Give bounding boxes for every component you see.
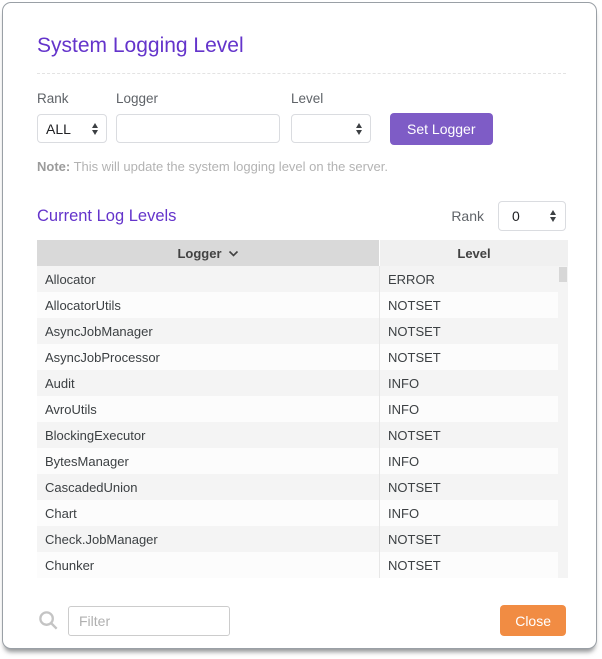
level-cell: NOTSET — [379, 292, 558, 318]
note-body: This will update the system logging leve… — [70, 159, 388, 174]
filter-input[interactable] — [68, 605, 230, 636]
scrollbar-thumb[interactable] — [559, 267, 567, 282]
rank-label: Rank — [37, 91, 69, 106]
table-row[interactable]: BytesManager INFO — [37, 448, 558, 474]
set-logger-form: Rank ALL Logger Level Set Logger — [37, 91, 566, 145]
level-cell: INFO — [379, 500, 558, 526]
level-cell: NOTSET — [379, 526, 558, 552]
logger-label: Logger — [116, 91, 159, 106]
set-logger-button[interactable]: Set Logger — [390, 113, 493, 145]
note-text: Note: This will update the system loggin… — [37, 159, 566, 174]
logger-cell: AvroUtils — [45, 401, 97, 417]
level-cell: INFO — [379, 396, 558, 422]
table-row[interactable]: Allocator ERROR — [37, 266, 558, 292]
logger-cell: Check.JobManager — [45, 531, 158, 547]
logger-cell: CascadedUnion — [45, 479, 138, 495]
table-row[interactable]: Audit INFO — [37, 370, 558, 396]
logger-cell: BytesManager — [45, 453, 129, 469]
table-scrollbar[interactable] — [558, 266, 568, 578]
dialog-title: System Logging Level — [37, 34, 244, 57]
table-row[interactable]: Chart INFO — [37, 500, 558, 526]
current-log-levels-row: Current Log Levels Rank 0 — [37, 201, 566, 231]
table-row[interactable]: Check.JobManager NOTSET — [37, 526, 558, 552]
table-row[interactable]: AvroUtils INFO — [37, 396, 558, 422]
select-spinner-icon — [92, 122, 98, 135]
current-log-levels-heading: Current Log Levels — [37, 206, 177, 225]
rank-select[interactable]: ALL — [37, 114, 107, 143]
table-row[interactable]: CascadedUnion NOTSET — [37, 474, 558, 500]
dialog-content: System Logging Level Rank ALL Logger Lev… — [3, 34, 596, 636]
current-rank-select[interactable]: 0 — [498, 201, 566, 231]
level-cell: NOTSET — [379, 318, 558, 344]
search-icon — [37, 609, 60, 632]
title-divider — [37, 73, 566, 74]
level-cell: INFO — [379, 448, 558, 474]
note-prefix: Note: — [37, 159, 71, 174]
table-row[interactable]: BlockingExecutor NOTSET — [37, 422, 558, 448]
current-rank-group: Rank 0 — [451, 201, 566, 231]
level-select[interactable] — [291, 114, 371, 143]
close-button[interactable]: Close — [500, 605, 566, 636]
logger-field-group: Logger — [116, 91, 280, 143]
logger-cell: AsyncJobManager — [45, 323, 153, 339]
level-cell: NOTSET — [379, 422, 558, 448]
logger-cell: AllocatorUtils — [45, 297, 121, 313]
level-label: Level — [291, 91, 324, 106]
dialog-footer: Close — [37, 605, 566, 636]
system-logging-dialog: System Logging Level Rank ALL Logger Lev… — [2, 2, 597, 649]
logger-input[interactable] — [116, 114, 280, 143]
level-cell: NOTSET — [379, 344, 558, 370]
rank-field-group: Rank ALL — [37, 91, 107, 143]
table-row[interactable]: AllocatorUtils NOTSET — [37, 292, 558, 318]
level-cell: ERROR — [379, 266, 558, 292]
chevron-down-icon — [228, 250, 239, 257]
current-rank-value: 0 — [512, 208, 520, 224]
table-row[interactable]: AsyncJobManager NOTSET — [37, 318, 558, 344]
table-row[interactable]: AsyncJobProcessor NOTSET — [37, 344, 558, 370]
logger-cell: BlockingExecutor — [45, 427, 146, 443]
logger-cell: Chart — [45, 505, 77, 521]
logger-column-header[interactable]: Logger — [37, 240, 379, 266]
log-levels-table: Logger Level Allocator ERROR AllocatorUt… — [37, 240, 568, 578]
current-rank-label: Rank — [451, 208, 484, 224]
select-spinner-icon — [550, 210, 556, 222]
logger-cell: Audit — [45, 375, 75, 391]
logger-cell: AsyncJobProcessor — [45, 349, 160, 365]
level-cell: INFO — [379, 370, 558, 396]
table-header: Logger Level — [37, 240, 568, 266]
table-row[interactable]: Chunker NOTSET — [37, 552, 558, 578]
level-column-header[interactable]: Level — [380, 240, 568, 266]
log-table-body: Allocator ERROR AllocatorUtils NOTSET As… — [37, 266, 568, 578]
level-cell: NOTSET — [379, 474, 558, 500]
level-field-group: Level — [291, 91, 371, 143]
logger-column-label: Logger — [177, 245, 222, 261]
logger-cell: Chunker — [45, 557, 95, 573]
logger-cell: Allocator — [45, 271, 96, 287]
select-spinner-icon — [356, 122, 362, 135]
level-cell: NOTSET — [379, 552, 558, 578]
rank-select-value: ALL — [46, 120, 71, 137]
level-column-label: Level — [457, 245, 491, 261]
